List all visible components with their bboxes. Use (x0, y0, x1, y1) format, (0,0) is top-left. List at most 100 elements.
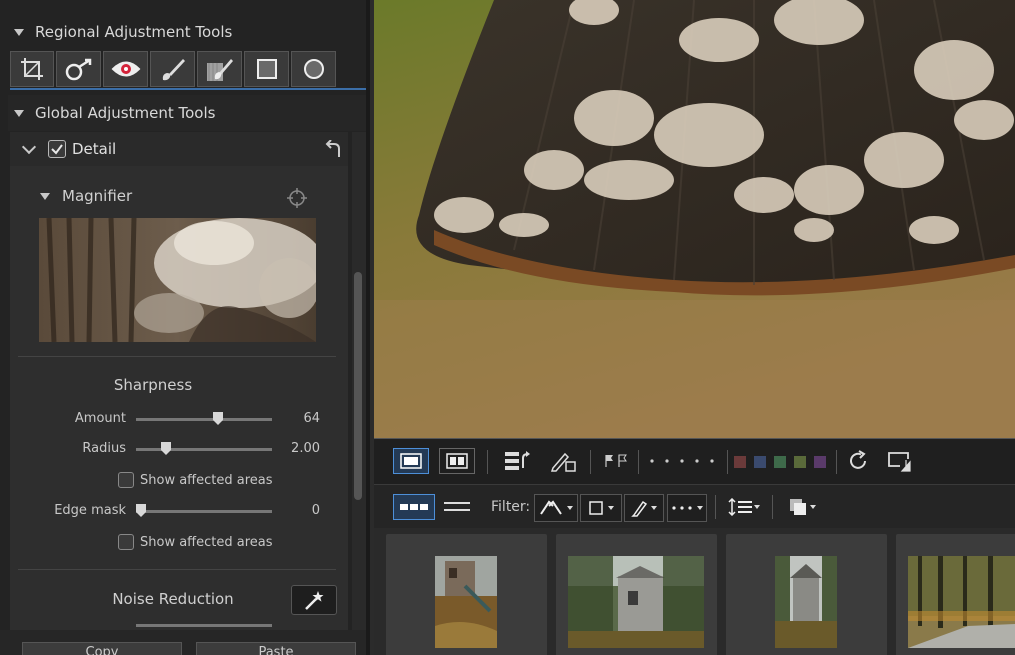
magnifier-header[interactable]: Magnifier (40, 187, 132, 205)
thumbnail-card[interactable] (726, 534, 887, 655)
panel-scrollbar-thumb[interactable] (354, 272, 362, 500)
stack-dropdown[interactable] (782, 494, 822, 520)
radius-slider-thumb[interactable] (161, 442, 171, 455)
edge-mask-slider-thumb[interactable] (136, 504, 146, 517)
refresh-button[interactable] (844, 448, 872, 474)
detail-checkbox[interactable] (48, 140, 66, 158)
circle-mask-icon (303, 59, 324, 79)
thumbnail-card[interactable] (386, 534, 547, 655)
global-tools-title: Global Adjustment Tools (35, 104, 216, 122)
edit-filter-dropdown[interactable] (624, 494, 664, 522)
thumbnail-card[interactable] (556, 534, 717, 655)
radius-value[interactable]: 2.00 (272, 441, 320, 456)
radius-slider[interactable] (136, 442, 272, 455)
single-view-button[interactable] (393, 448, 429, 474)
adjustment-brush-tool-button[interactable] (150, 51, 195, 87)
magnifier-preview[interactable] (39, 218, 316, 342)
magic-wand-icon (305, 591, 324, 610)
collapse-triangle-icon (14, 28, 24, 36)
spot-removal-tool-button[interactable] (56, 51, 101, 87)
display-button[interactable] (884, 448, 918, 474)
edge-mask-label: Edge mask (54, 503, 126, 518)
sort-rotate-icon (505, 451, 530, 470)
amount-value[interactable]: 64 (272, 411, 320, 426)
list-view-button[interactable] (437, 494, 477, 520)
eraser-brush-icon (206, 59, 233, 81)
crosshair-icon[interactable] (286, 187, 308, 209)
sort-order-dropdown[interactable] (724, 494, 764, 520)
brush-icon (162, 59, 185, 81)
chevron-down-icon[interactable] (21, 139, 37, 155)
show-affected-checkbox[interactable] (118, 472, 134, 488)
magnifier-label: Magnifier (62, 187, 133, 205)
chevron-down-icon (651, 506, 657, 510)
flag-filter-dropdown[interactable] (534, 494, 578, 522)
reset-undo-icon[interactable] (324, 140, 344, 158)
color-label-olive[interactable] (794, 456, 806, 468)
thumbnail-card[interactable] (896, 534, 1015, 655)
rectangle-mask-tool-button[interactable] (244, 51, 289, 87)
rectangle-mask-icon (256, 59, 277, 79)
noise-slider-partial[interactable] (136, 624, 272, 627)
crop-icon (21, 58, 43, 80)
label-filter-dropdown[interactable] (580, 494, 622, 522)
copy-paste-bar: Copy Paste (0, 630, 366, 655)
divider (18, 356, 336, 357)
chevron-down-icon (567, 506, 573, 510)
pencil-icon (631, 500, 647, 517)
rating-dots-icon (650, 459, 714, 463)
filter-label: Filter: (491, 499, 531, 515)
show-affected-areas-sharpness[interactable]: Show affected areas (118, 472, 273, 488)
regional-tools-header[interactable]: Regional Adjustment Tools (8, 14, 366, 50)
checkmark-icon (51, 144, 63, 155)
collapse-triangle-icon (40, 192, 50, 200)
compare-view-button[interactable] (439, 448, 475, 474)
circle-mask-tool-button[interactable] (291, 51, 336, 87)
paste-button[interactable]: Paste (196, 642, 356, 655)
filmstrip-view-button[interactable] (393, 494, 435, 520)
flag-filter[interactable] (602, 452, 630, 470)
edit-button[interactable] (546, 448, 580, 474)
show-affected-areas-edge[interactable]: Show affected areas (118, 534, 273, 550)
edge-mask-value[interactable]: 0 (272, 503, 320, 518)
single-view-icon (400, 453, 422, 469)
more-filter-dropdown[interactable] (667, 494, 707, 522)
stack-icon (790, 499, 806, 515)
chevron-down-icon (754, 505, 760, 509)
separator (638, 450, 639, 474)
copy-button[interactable]: Copy (22, 642, 182, 655)
screen-compare-icon (888, 452, 911, 472)
separator (727, 450, 728, 474)
color-label-green[interactable] (774, 456, 786, 468)
show-affected-label: Show affected areas (140, 472, 273, 488)
crop-tool-button[interactable] (10, 51, 54, 87)
separator (487, 450, 488, 474)
color-label-purple[interactable] (814, 456, 826, 468)
amount-slider[interactable] (136, 412, 272, 425)
more-dots-icon (672, 506, 692, 510)
adjustment-panel: Regional Adjustment Tools Global Adjustm… (0, 0, 370, 655)
edge-mask-slider[interactable] (136, 504, 272, 517)
sort-button[interactable] (501, 448, 535, 474)
color-label-blue[interactable] (754, 456, 766, 468)
thumbnail-strip (374, 528, 1015, 655)
main-photo-mushroom (374, 0, 1015, 438)
regional-tools-title: Regional Adjustment Tools (35, 23, 233, 41)
rating-dots[interactable] (646, 452, 722, 470)
red-eye-tool-button[interactable] (103, 51, 148, 87)
collapse-triangle-icon (14, 109, 24, 117)
show-affected-checkbox[interactable] (118, 534, 134, 550)
panel-scrollbar[interactable] (352, 132, 366, 630)
global-tools-header[interactable]: Global Adjustment Tools (8, 95, 366, 131)
detail-header[interactable]: Detail (10, 132, 348, 166)
eraser-brush-tool-button[interactable] (197, 51, 242, 87)
auto-noise-reduction-button[interactable] (291, 585, 337, 615)
image-viewer[interactable] (374, 0, 1015, 438)
detail-panel: Detail Magnifier Sharpness Amount 64 Rad… (10, 132, 348, 630)
color-label-red[interactable] (734, 456, 746, 468)
sharpness-title: Sharpness (113, 376, 193, 394)
chevron-down-icon (810, 505, 816, 509)
amount-slider-thumb[interactable] (213, 412, 223, 425)
separator (715, 495, 716, 519)
thumbnail-image (435, 556, 497, 648)
